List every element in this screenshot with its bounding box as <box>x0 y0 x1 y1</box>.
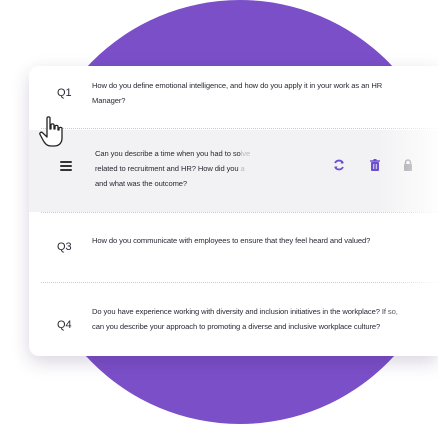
trash-icon[interactable] <box>368 158 382 172</box>
lock-icon[interactable] <box>401 158 415 172</box>
question-number: Q3 <box>57 241 72 253</box>
question-text: Do you have experience working with dive… <box>92 307 398 331</box>
hand-pointer-icon <box>39 116 63 147</box>
question-text: How do you communicate with employees to… <box>92 236 371 245</box>
question-row-q4[interactable]: Q4 Do you have experience working with d… <box>29 284 438 356</box>
row-divider <box>41 212 438 213</box>
question-number: Q4 <box>57 319 72 331</box>
question-list-card: Q1 How do you define emotional intellige… <box>29 66 438 356</box>
question-number: Q1 <box>57 87 72 99</box>
row-divider <box>41 282 438 283</box>
drag-handle-icon[interactable] <box>60 161 72 171</box>
question-text: How do you define emotional intelligence… <box>92 81 383 105</box>
question-row-selected[interactable]: Can you describe a time when you had to … <box>29 130 438 212</box>
row-divider <box>41 128 438 129</box>
question-row-q3[interactable]: Q3 How do you communicate with employees… <box>29 214 438 282</box>
refresh-icon[interactable] <box>332 158 346 172</box>
question-row-q1[interactable]: Q1 How do you define emotional intellige… <box>29 66 438 128</box>
question-text: Can you describe a time when you had to … <box>95 149 251 188</box>
